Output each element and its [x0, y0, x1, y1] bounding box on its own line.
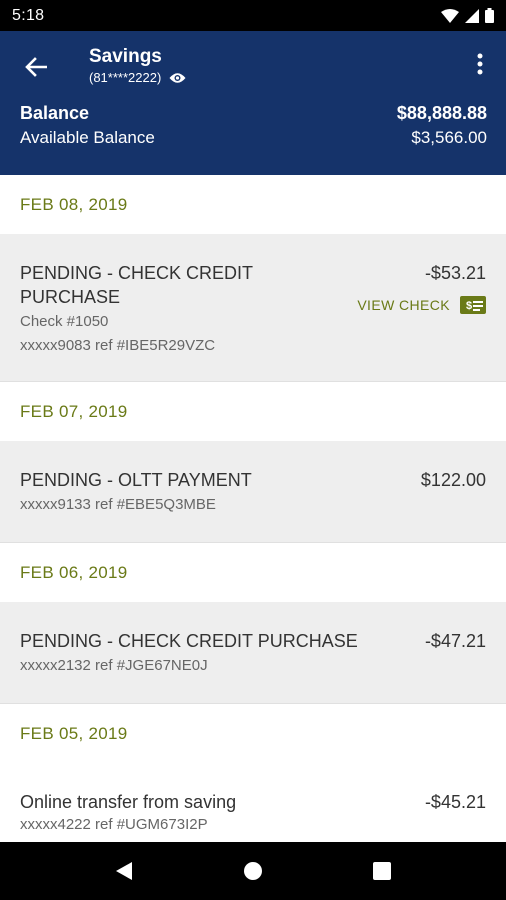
view-check-button[interactable]: VIEW CHECK $	[357, 296, 486, 314]
view-check-label: VIEW CHECK	[357, 297, 450, 313]
transaction-amount: -$53.21	[424, 263, 486, 283]
recents-square-icon	[372, 862, 391, 880]
wifi-icon	[441, 8, 459, 23]
transaction-item[interactable]: PENDING - OLTT PAYMENT $122.00 xxxxx9133…	[0, 441, 506, 543]
svg-text:$: $	[466, 300, 472, 312]
transaction-description: Online transfer from saving	[20, 792, 237, 812]
arrow-left-icon	[25, 57, 47, 77]
transaction-list[interactable]: FEB 08, 2019 PENDING - CHECK CREDIT PURC…	[0, 175, 506, 842]
transaction-amount: $122.00	[420, 470, 486, 490]
back-button[interactable]	[16, 49, 56, 85]
balance-value: $88,888.88	[396, 103, 487, 123]
status-bar: 5:18	[0, 0, 506, 31]
date-header: FEB 07, 2019	[0, 382, 506, 441]
status-time: 5:18	[12, 6, 45, 24]
transaction-description-line: PURCHASE	[20, 287, 121, 307]
transaction-reference: xxxxx4222 ref #UGM673I2P	[20, 816, 208, 833]
transaction-amount: -$45.21	[424, 792, 486, 812]
date-header: FEB 06, 2019	[0, 543, 506, 602]
transaction-item[interactable]: PENDING - CHECK CREDIT PURCHASE -$53.21 …	[0, 234, 506, 382]
transaction-description: PENDING - OLTT PAYMENT	[20, 470, 252, 490]
system-navigation-bar	[0, 842, 506, 900]
transaction-reference: xxxxx9083 ref #IBE5R29VZC	[20, 337, 216, 354]
check-image-icon: $	[460, 296, 486, 314]
transaction-item[interactable]: Online transfer from saving -$45.21 xxxx…	[0, 763, 506, 842]
status-icons	[441, 8, 494, 23]
account-number-row: (81****2222)	[89, 70, 186, 85]
transaction-reference: xxxxx2132 ref #JGE67NE0J	[20, 657, 208, 674]
transaction-description: PENDING - CHECK CREDIT PURCHASE	[20, 631, 358, 651]
nav-home-button[interactable]	[229, 847, 277, 895]
cell-signal-icon	[465, 8, 479, 23]
overflow-menu-button[interactable]	[468, 49, 492, 79]
transaction-description-line: PENDING - CHECK CREDIT	[20, 263, 254, 283]
account-title: Savings	[89, 46, 162, 67]
transaction-description: PENDING - CHECK CREDIT PURCHASE	[20, 261, 253, 309]
account-header: Savings (81****2222) Balance $88,888.88 …	[0, 31, 506, 175]
home-circle-icon	[243, 862, 262, 880]
nav-recents-button[interactable]	[358, 847, 406, 895]
date-header: FEB 08, 2019	[0, 175, 506, 234]
available-balance-label: Available Balance	[20, 128, 155, 147]
date-header: FEB 05, 2019	[0, 704, 506, 763]
account-number: (81****2222)	[89, 70, 162, 85]
more-vertical-icon	[477, 53, 483, 75]
back-triangle-icon	[116, 862, 133, 880]
eye-icon	[169, 72, 186, 83]
battery-icon	[485, 8, 494, 23]
transaction-amount: -$47.21	[424, 631, 486, 651]
transaction-reference: xxxxx9133 ref #EBE5Q3MBE	[20, 496, 216, 513]
nav-back-button[interactable]	[100, 847, 148, 895]
transaction-item[interactable]: PENDING - CHECK CREDIT PURCHASE -$47.21 …	[0, 602, 506, 704]
balance-label: Balance	[20, 103, 90, 123]
available-balance-value: $3,566.00	[411, 128, 487, 147]
toggle-account-visibility-button[interactable]	[169, 72, 186, 84]
check-number: Check #1050	[20, 313, 109, 330]
